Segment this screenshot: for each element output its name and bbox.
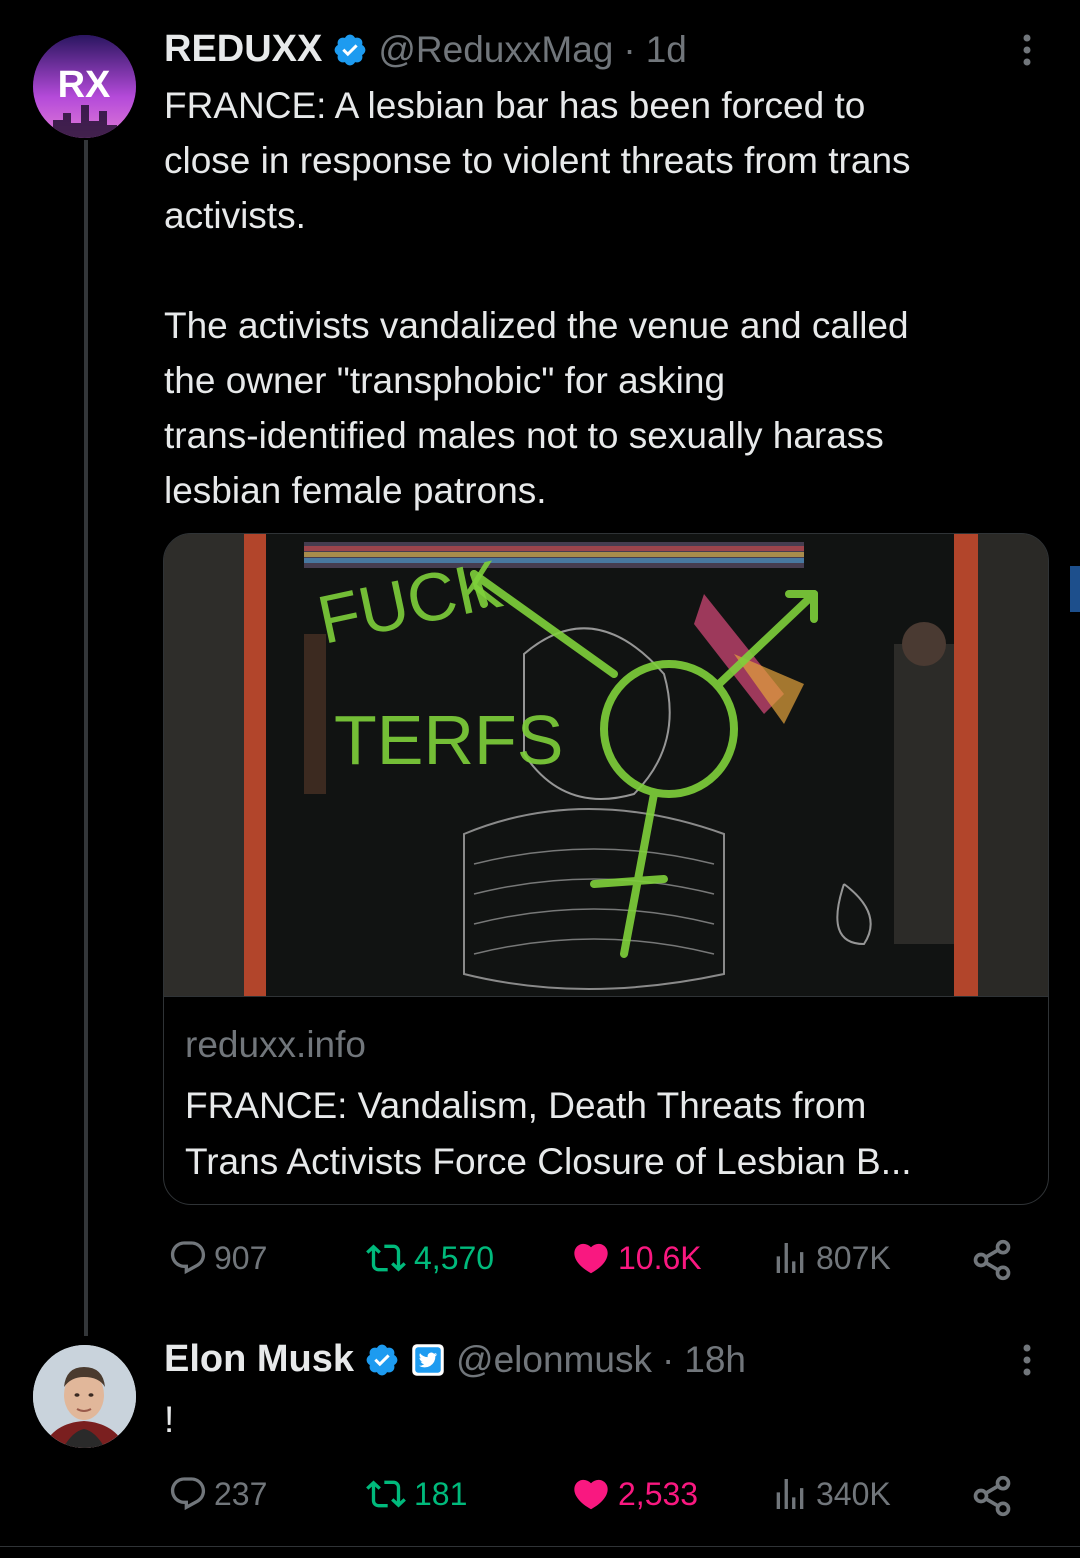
like-icon [574,1243,608,1274]
text-line: The activists vandalized the venue and c… [164,305,909,346]
text-line: activists. [164,195,306,236]
verified-badge-icon [366,1344,398,1375]
card-title-line: Trans Activists Force Closure of Lesbian… [185,1141,912,1182]
svg-text:TERFS: TERFS [334,701,563,779]
reduxx-avatar[interactable]: RX [33,35,136,138]
share-button[interactable] [970,1474,1014,1523]
elon-avatar-image [33,1345,136,1448]
views-count: 340K [816,1475,891,1512]
card-title[interactable]: FRANCE: Vandalism, Death Threats from Tr… [185,1078,1035,1190]
more-icon[interactable] [1012,1340,1042,1380]
bottom-divider [0,1546,1080,1547]
views-icon [776,1479,804,1509]
author-handle[interactable]: @elonmusk [456,1339,652,1381]
views-icon [776,1243,804,1273]
reply-count: 907 [214,1239,268,1276]
text-line: FRANCE: A lesbian bar has been forced to [164,85,866,126]
elon-avatar[interactable] [33,1345,136,1448]
views-button[interactable]: 340K [770,1474,891,1514]
tweet1-header: REDUXX @ReduxxMag · 1d [164,28,687,71]
like-button[interactable]: 10.6K [570,1238,702,1278]
retweet-button[interactable]: 4,570 [364,1238,494,1278]
card-title-line: FRANCE: Vandalism, Death Threats from [185,1085,867,1126]
reply-icon [170,1477,206,1511]
retweet-count: 181 [414,1475,468,1512]
reply-button[interactable]: 237 [168,1474,267,1514]
verified-badge-icon [335,34,366,65]
more-icon[interactable] [1012,30,1042,70]
text-line: lesbian female patrons. [164,470,547,511]
government-badge-icon[interactable] [410,1342,446,1378]
link-card[interactable]: FUCK TERFS reduxx.info FRANCE: Vandalism… [163,533,1049,1205]
post-time[interactable]: 18h [684,1339,746,1381]
retweet-count: 4,570 [414,1239,495,1276]
text-line: trans-identified males not to sexually h… [164,415,884,456]
reduxx-logo-icon: RX [33,35,136,138]
author-handle[interactable]: @ReduxxMag [378,29,613,71]
reply-icon [170,1241,206,1275]
share-icon [973,1239,1011,1281]
reply-button[interactable]: 907 [168,1238,267,1278]
retweet-icon [366,1480,406,1508]
author-name[interactable]: REDUXX [164,28,322,71]
separator-dot: · [623,28,636,70]
retweet-button[interactable]: 181 [364,1474,467,1514]
like-count: 10.6K [618,1239,702,1276]
scroll-indicator [1070,566,1080,612]
author-name[interactable]: Elon Musk [164,1338,354,1381]
retweet-icon [366,1244,406,1272]
thread-line [84,140,88,1336]
post-time[interactable]: 1d [646,29,687,71]
tweet2-header: Elon Musk @elonmusk · 18h [164,1338,746,1381]
like-button[interactable]: 2,533 [570,1474,698,1514]
card-domain: reduxx.info [185,1024,366,1065]
like-count: 2,533 [618,1475,699,1512]
like-icon [574,1479,608,1510]
reply-count: 237 [214,1475,268,1512]
text-line: close in response to violent threats fro… [164,140,911,181]
share-button[interactable] [970,1238,1014,1287]
tweet2-text: ! [164,1399,175,1440]
vandalized-window-image: FUCK TERFS [164,534,1048,996]
views-button[interactable]: 807K [770,1238,891,1278]
text-line: the owner "transphobic" for asking [164,360,726,401]
svg-text:RX: RX [58,64,111,106]
tweet1-text: FRANCE: A lesbian bar has been forced to… [164,78,1064,518]
share-icon [973,1475,1011,1517]
separator-dot: · [661,1338,675,1380]
views-count: 807K [816,1239,891,1276]
card-image[interactable]: FUCK TERFS [164,534,1048,996]
